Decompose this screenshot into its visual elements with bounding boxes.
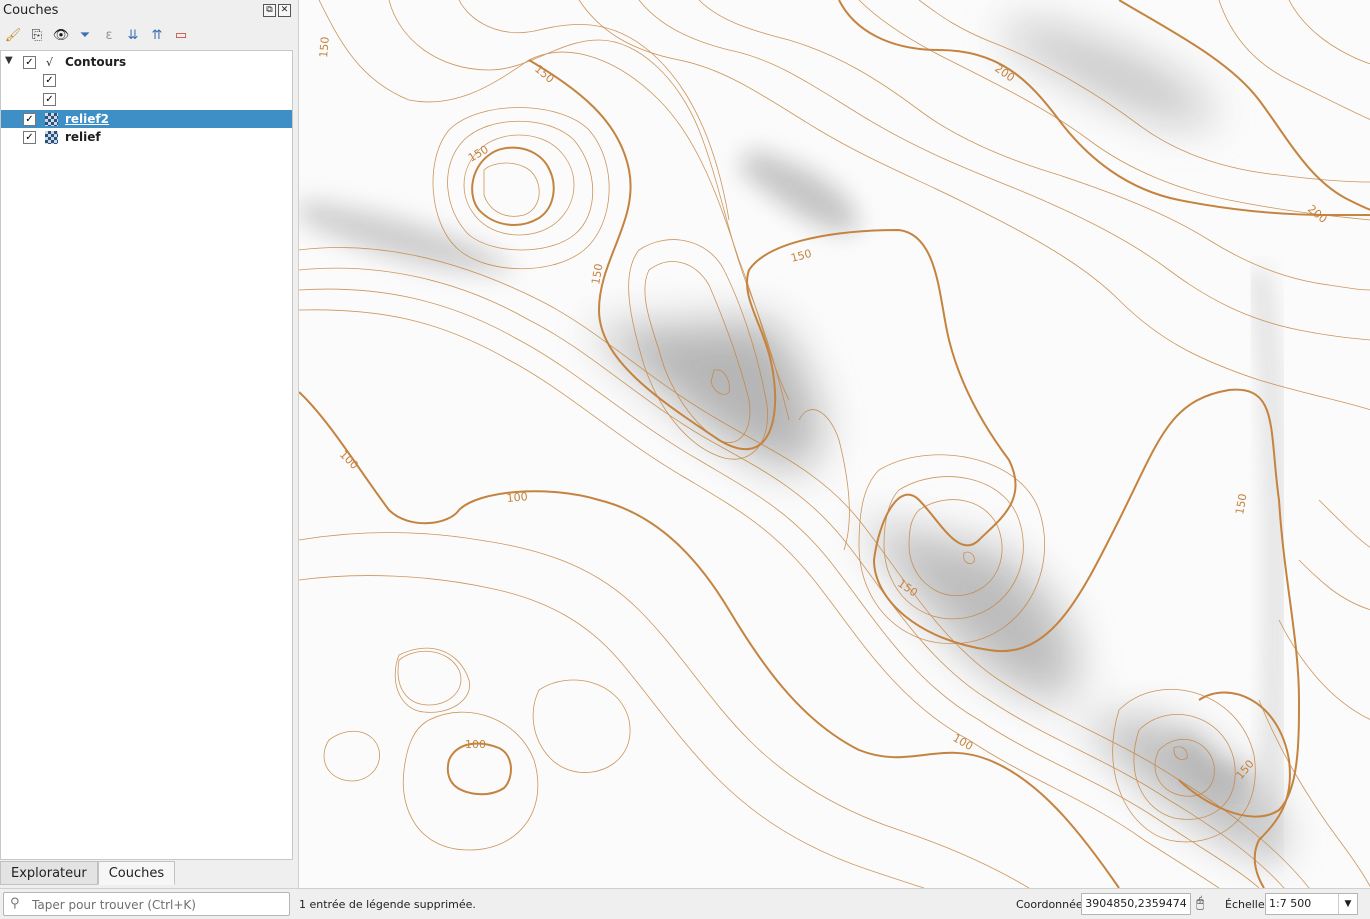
tab-couches[interactable]: Couches: [97, 861, 176, 885]
layer-name: relief2: [65, 112, 109, 126]
scale-value: 1:7 500: [1269, 897, 1312, 910]
style-brush-icon[interactable]: 🖌: [4, 26, 22, 44]
panel-title: Couches: [3, 3, 59, 18]
status-bar: ⚲ 1 entrée de légende supprimée. Coordon…: [0, 888, 1370, 919]
contour-label: 100: [506, 490, 528, 505]
coordinate-field[interactable]: 3904850,2359474: [1081, 893, 1191, 915]
layer-row-relief2[interactable]: ✓ relief2: [1, 110, 292, 128]
expression-filter-icon[interactable]: ε: [100, 26, 118, 44]
expand-arrow-icon[interactable]: ▼: [5, 55, 13, 66]
close-panel-button[interactable]: ✕: [278, 4, 291, 17]
layer-checkbox[interactable]: ✓: [23, 130, 36, 144]
search-icon: ⚲: [10, 896, 20, 911]
layer-name: relief: [65, 130, 101, 144]
layer-row-relief[interactable]: ✓ relief: [1, 128, 292, 146]
tab-explorateur[interactable]: Explorateur: [0, 861, 98, 885]
raster-layer-icon: [45, 112, 58, 126]
contour-label: 150: [317, 36, 332, 58]
layers-toolbar: 🖌 ⎘ 👁 ⏷ ε ⇊ ⇈ ▭: [4, 25, 190, 45]
raster-layer-icon: [45, 130, 58, 144]
collapse-all-icon[interactable]: ⇈: [148, 26, 166, 44]
scale-combobox[interactable]: 1:7 500 ▼: [1265, 893, 1358, 915]
vector-line-layer-icon: √: [45, 55, 53, 69]
layer-checkbox[interactable]: ✓: [23, 112, 36, 126]
legend-item[interactable]: ✓: [1, 90, 292, 108]
layer-row-contours[interactable]: ▼ ✓ √ Contours: [1, 53, 292, 71]
contour-label: 100: [465, 738, 486, 751]
add-group-icon[interactable]: ⎘: [28, 26, 46, 44]
status-message: 1 entrée de légende supprimée.: [299, 898, 476, 911]
mouse-coordinate-toggle-icon[interactable]: 🖰: [1196, 895, 1204, 911]
layer-tree: ▼ ✓ √ Contours ✓ ✓ ✓ relief2 ✓ relief: [0, 50, 293, 860]
legend-checkbox[interactable]: ✓: [43, 73, 56, 87]
remove-layer-icon[interactable]: ▭: [172, 26, 190, 44]
locator-search[interactable]: ⚲: [3, 892, 290, 916]
layers-panel: Couches ⧉ ✕ 🖌 ⎘ 👁 ⏷ ε ⇊ ⇈ ▭ ▼ ✓ √ Contou…: [0, 0, 297, 888]
layer-checkbox[interactable]: ✓: [23, 55, 36, 69]
contour-map: 150 150 200 150 150 150 200 100 100 150 …: [299, 0, 1370, 888]
float-panel-button[interactable]: ⧉: [263, 4, 276, 17]
coordinate-label: Coordonnée: [1016, 898, 1083, 911]
scale-label: Échelle: [1225, 898, 1265, 911]
expand-all-icon[interactable]: ⇊: [124, 26, 142, 44]
search-input[interactable]: [30, 895, 289, 915]
filter-icon[interactable]: ⏷: [76, 26, 94, 44]
chevron-down-icon[interactable]: ▼: [1338, 894, 1357, 914]
legend-item[interactable]: ✓: [1, 71, 292, 89]
legend-checkbox[interactable]: ✓: [43, 92, 56, 106]
layer-name: Contours: [65, 55, 127, 69]
visibility-icon[interactable]: 👁: [52, 26, 70, 44]
map-canvas[interactable]: 150 150 200 150 150 150 200 100 100 150 …: [298, 0, 1370, 888]
